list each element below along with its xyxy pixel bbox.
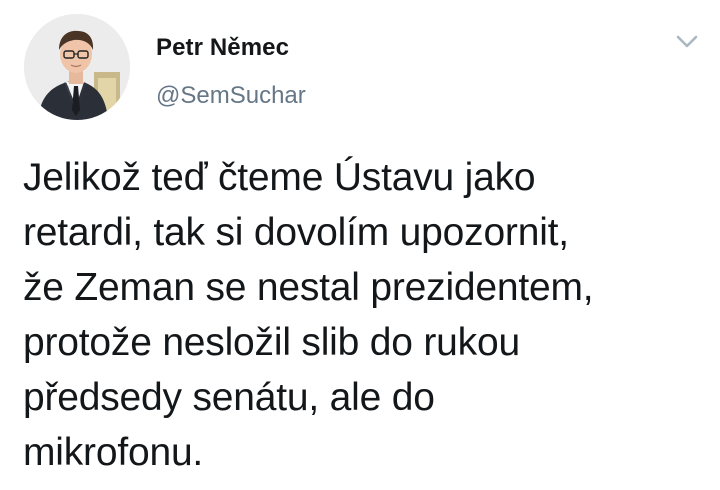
chevron-down-icon[interactable] xyxy=(676,34,698,50)
tweet-text-line: mikrofonu. xyxy=(23,431,204,474)
author-name[interactable]: Petr Němec xyxy=(156,34,289,62)
avatar[interactable] xyxy=(24,14,130,120)
tweet-card: Petr Němec @SemSuchar Jelikož teď čteme … xyxy=(0,0,720,490)
tweet-text-line: protože nesložil slib do rukou xyxy=(23,321,520,364)
author-handle[interactable]: @SemSuchar xyxy=(156,82,306,110)
tweet-text-line: předsedy senátu, ale do xyxy=(23,376,435,419)
tweet-text-line: retardi, tak si dovolím upozornit, xyxy=(23,211,569,254)
avatar-photo-icon xyxy=(24,14,130,120)
tweet-text: Jelikož teď čteme Ústavu jako retardi, t… xyxy=(23,150,703,480)
tweet-text-line: Jelikož teď čteme Ústavu jako xyxy=(23,156,536,199)
tweet-text-line: že Zeman se nestal prezidentem, xyxy=(23,266,594,309)
